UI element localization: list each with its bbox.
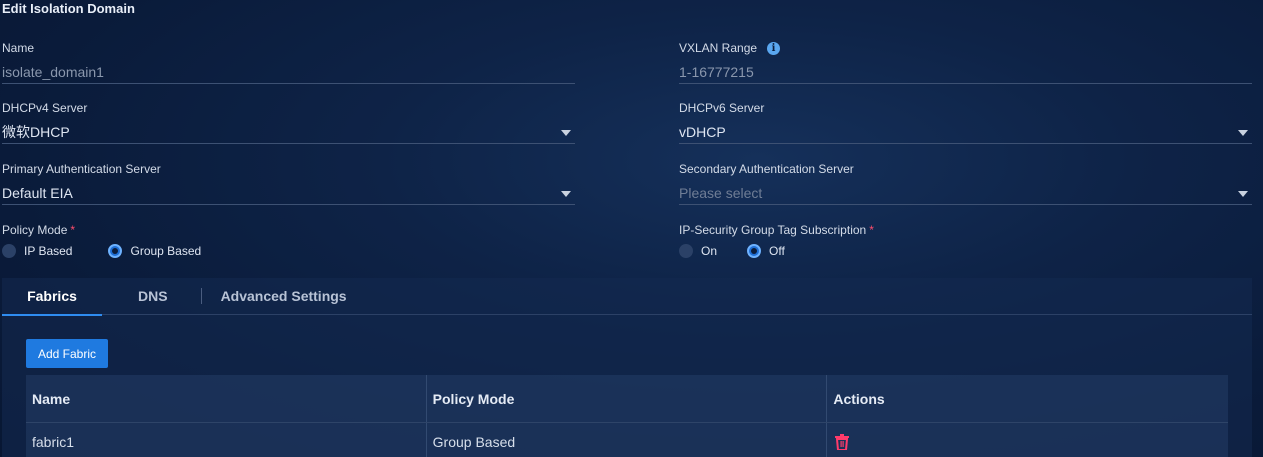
radio-label: On bbox=[701, 244, 718, 258]
column-header-actions: Actions bbox=[833, 390, 885, 407]
cell-actions bbox=[827, 423, 1228, 457]
chevron-down-icon[interactable] bbox=[561, 191, 571, 197]
dhcpv4-label: DHCPv4 Server bbox=[2, 101, 88, 115]
vxlan-label: VXLAN Range bbox=[679, 41, 758, 55]
vxlan-field: VXLAN Range i 1-16777215 bbox=[679, 40, 1252, 84]
required-marker: * bbox=[70, 223, 76, 237]
radio-button-icon[interactable] bbox=[108, 244, 123, 258]
radio-label: IP Based bbox=[24, 244, 73, 258]
dhcpv4-selected-value: 微软DHCP bbox=[2, 124, 70, 140]
column-header-name[interactable]: Name bbox=[26, 375, 427, 422]
column-header-policy-mode[interactable]: Policy Mode bbox=[427, 375, 828, 422]
secondary-auth-select[interactable]: Please select bbox=[679, 183, 1252, 205]
table-header-row: Name Policy Mode Actions bbox=[26, 375, 1228, 423]
radio-off[interactable]: Off bbox=[747, 244, 785, 258]
dhcpv4-select[interactable]: 微软DHCP bbox=[2, 122, 575, 144]
radio-button-icon[interactable] bbox=[747, 244, 762, 258]
policy-mode-label: Policy Mode bbox=[2, 223, 68, 237]
add-fabric-button[interactable]: Add Fabric bbox=[26, 339, 108, 368]
dhcpv4-field: DHCPv4 Server 微软DHCP bbox=[2, 100, 575, 144]
secondary-auth-label: Secondary Authentication Server bbox=[679, 162, 854, 176]
chevron-down-icon[interactable] bbox=[1238, 191, 1248, 197]
name-field: Name isolate_domain1 bbox=[2, 40, 575, 84]
tab-dns[interactable]: DNS bbox=[102, 278, 193, 315]
radio-button-icon[interactable] bbox=[679, 244, 693, 258]
page-title: Edit Isolation Domain bbox=[2, 1, 135, 16]
radio-on[interactable]: On bbox=[679, 244, 717, 258]
tab-bar: Fabrics DNS Advanced Settings bbox=[2, 278, 1252, 316]
primary-auth-select[interactable]: Default EIA bbox=[2, 183, 575, 205]
policy-mode-label-row: Policy Mode * bbox=[2, 222, 575, 238]
tab-fabrics[interactable]: Fabrics bbox=[2, 278, 102, 316]
radio-ip-based[interactable]: IP Based bbox=[2, 244, 72, 258]
fabrics-table: Name Policy Mode Actions fabric1 Group B… bbox=[26, 375, 1228, 457]
sgt-subscription-label-row: IP-Security Group Tag Subscription * bbox=[679, 222, 1252, 238]
primary-auth-field: Primary Authentication Server Default EI… bbox=[2, 161, 575, 205]
chevron-down-icon[interactable] bbox=[561, 130, 571, 136]
sgt-subscription-radio-group: On Off bbox=[679, 244, 821, 258]
name-input[interactable]: isolate_domain1 bbox=[2, 62, 575, 84]
policy-mode-field: Policy Mode * bbox=[2, 222, 575, 238]
name-label: Name bbox=[2, 41, 35, 55]
sgt-subscription-label: IP-Security Group Tag Subscription bbox=[679, 223, 867, 237]
dhcpv6-label: DHCPv6 Server bbox=[679, 101, 765, 115]
sgt-subscription-field: IP-Security Group Tag Subscription * bbox=[679, 222, 1252, 238]
vxlan-label-row: VXLAN Range i bbox=[679, 40, 1252, 56]
secondary-auth-field: Secondary Authentication Server Please s… bbox=[679, 161, 1252, 205]
chevron-down-icon[interactable] bbox=[1238, 130, 1248, 136]
cell-policy-mode: Group Based bbox=[427, 423, 828, 457]
primary-auth-label: Primary Authentication Server bbox=[2, 162, 161, 176]
table-row: fabric1 Group Based bbox=[26, 423, 1228, 457]
tab-divider bbox=[200, 288, 202, 304]
required-marker: * bbox=[869, 223, 874, 237]
policy-mode-radio-group: IP Based Group Based bbox=[2, 244, 237, 258]
vxlan-input[interactable]: 1-16777215 bbox=[679, 62, 1252, 84]
radio-label: Group Based bbox=[130, 244, 202, 258]
trash-icon[interactable] bbox=[835, 434, 850, 450]
cell-name: fabric1 bbox=[26, 423, 427, 457]
dhcpv6-selected-value: vDHCP bbox=[679, 124, 726, 140]
tab-panel: Fabrics DNS Advanced Settings Add Fabric… bbox=[2, 278, 1252, 457]
radio-button-icon[interactable] bbox=[2, 244, 16, 258]
secondary-auth-placeholder: Please select bbox=[679, 185, 763, 201]
tab-advanced-settings[interactable]: Advanced Settings bbox=[210, 278, 347, 315]
dhcpv6-field: DHCPv6 Server vDHCP bbox=[679, 100, 1252, 144]
primary-auth-selected-value: Default EIA bbox=[2, 185, 73, 201]
radio-group-based[interactable]: Group Based bbox=[108, 244, 201, 258]
radio-label: Off bbox=[769, 244, 785, 258]
dhcpv6-select[interactable]: vDHCP bbox=[679, 122, 1252, 144]
info-icon[interactable]: i bbox=[767, 41, 781, 55]
